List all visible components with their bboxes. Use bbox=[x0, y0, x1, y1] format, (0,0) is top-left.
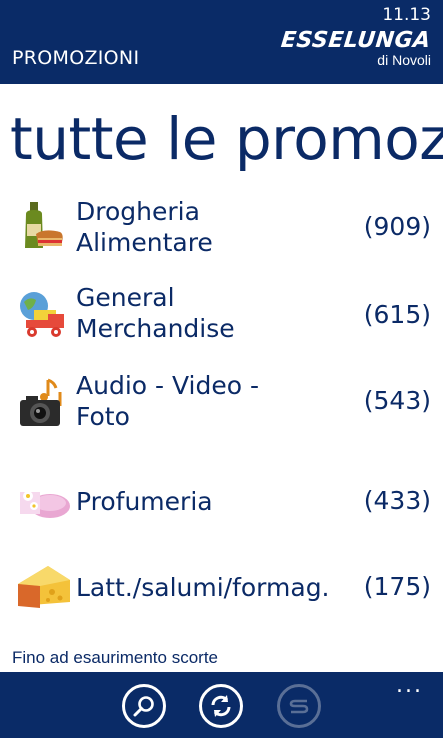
category-label: Drogheria Alimentare bbox=[76, 197, 213, 257]
category-count: (433) bbox=[363, 486, 431, 515]
toy-truck-globe-icon bbox=[20, 292, 64, 337]
footer-note: Fino ad esaurimento scorte bbox=[12, 648, 218, 667]
camera-music-note-icon bbox=[20, 378, 62, 426]
search-button[interactable] bbox=[122, 684, 166, 728]
esselunga-button[interactable] bbox=[277, 684, 321, 728]
category-count: (175) bbox=[363, 572, 431, 601]
brand-name: ESSELUNGA bbox=[280, 28, 433, 53]
refresh-button[interactable] bbox=[199, 684, 243, 728]
status-time: 11.13 bbox=[382, 5, 431, 25]
category-label: Audio - Video - Foto bbox=[76, 371, 259, 431]
category-row-drogheria[interactable]: Drogheria Alimentare (909) bbox=[0, 190, 443, 268]
category-label: Profumeria bbox=[76, 487, 213, 516]
brand-logo: ESSELUNGA di Novoli bbox=[280, 28, 433, 68]
brand-store: di Novoli bbox=[377, 52, 431, 68]
category-row-profumeria[interactable]: Profumeria (433) bbox=[0, 460, 443, 538]
cheese-wedge-icon bbox=[18, 566, 70, 608]
grocery-bottle-bread-icon bbox=[25, 202, 63, 248]
category-row-general-merchandise[interactable]: General Merchandise (615) bbox=[0, 278, 443, 356]
category-count: (615) bbox=[363, 300, 431, 329]
app-bar: ... bbox=[0, 672, 443, 738]
header-bar: 11.13 PROMOZIONI ESSELUNGA di Novoli bbox=[0, 0, 443, 84]
app-title: PROMOZIONI bbox=[12, 47, 140, 69]
category-row-audio-video-foto[interactable]: Audio - Video - Foto (543) bbox=[0, 366, 443, 444]
refresh-icon bbox=[211, 695, 231, 717]
page-title: tutte le promoz bbox=[10, 105, 443, 173]
soap-flower-icon bbox=[20, 491, 70, 518]
search-icon bbox=[133, 696, 154, 717]
category-label: General Merchandise bbox=[76, 283, 235, 343]
more-options-icon[interactable]: ... bbox=[396, 675, 423, 697]
category-label: Latt./salumi/formag. bbox=[76, 573, 330, 602]
s-logo-icon bbox=[289, 699, 309, 714]
category-count: (543) bbox=[363, 386, 431, 415]
category-row-latticini[interactable]: Latt./salumi/formag. (175) bbox=[0, 546, 443, 624]
category-count: (909) bbox=[363, 212, 431, 241]
